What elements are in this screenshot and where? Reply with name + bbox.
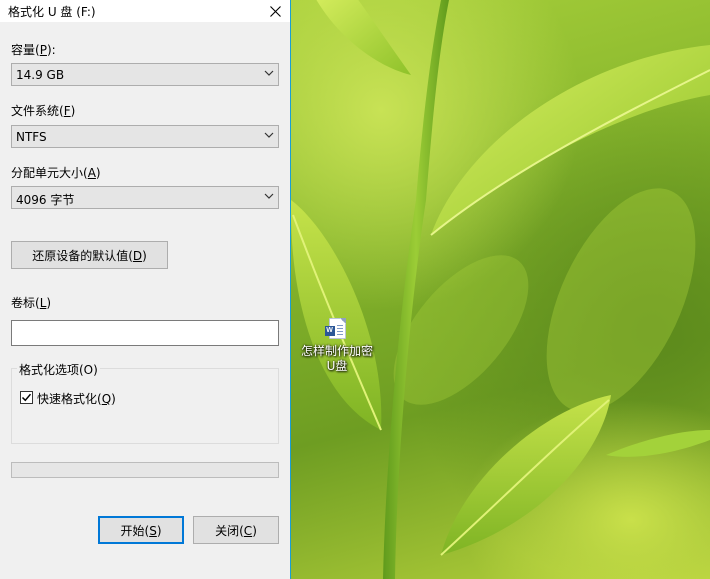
start-button[interactable]: 开始(S)	[98, 516, 184, 544]
close-icon	[269, 5, 281, 17]
wallpaper-plant	[291, 0, 710, 579]
checkmark-icon	[21, 393, 32, 402]
close-button[interactable]: 关闭(C)	[193, 516, 279, 544]
format-options-title: 格式化选项(O)	[17, 361, 100, 378]
desktop-icon-label: 怎样制作加密U盘	[300, 344, 373, 373]
capacity-label: 容量(P):	[11, 43, 56, 57]
capacity-select[interactable]: 14.9 GB	[11, 63, 279, 86]
volume-label-input[interactable]	[11, 320, 279, 346]
filesystem-select[interactable]: NTFS	[11, 125, 279, 148]
desktop: W 怎样制作加密U盘	[291, 0, 710, 579]
format-dialog: 格式化 U 盘 (F:) 容量(P): 14.9 GB 文件系统(F) NTFS…	[0, 0, 291, 579]
desktop-icon-document[interactable]: W 怎样制作加密U盘	[297, 318, 377, 374]
close-window-button[interactable]	[260, 0, 290, 22]
word-document-icon: W	[324, 318, 346, 339]
chevron-down-icon	[264, 193, 274, 199]
filesystem-value: NTFS	[16, 130, 47, 144]
restore-defaults-button[interactable]: 还原设备的默认值(D)	[11, 241, 168, 269]
capacity-value: 14.9 GB	[16, 68, 65, 82]
title-bar[interactable]: 格式化 U 盘 (F:)	[0, 0, 290, 22]
dialog-title: 格式化 U 盘 (F:)	[8, 5, 96, 19]
filesystem-label: 文件系统(F)	[11, 104, 76, 118]
chevron-down-icon	[264, 70, 274, 76]
chevron-down-icon	[264, 132, 274, 138]
quick-format-checkbox[interactable]	[20, 391, 33, 404]
quick-format-label[interactable]: 快速格式化(Q)	[37, 390, 116, 407]
allocation-size-select[interactable]: 4096 字节	[11, 186, 279, 209]
format-progress-bar	[11, 462, 279, 478]
allocation-size-value: 4096 字节	[16, 193, 75, 207]
allocation-size-label: 分配单元大小(A)	[11, 166, 101, 180]
volume-label-label: 卷标(L)	[11, 296, 52, 310]
